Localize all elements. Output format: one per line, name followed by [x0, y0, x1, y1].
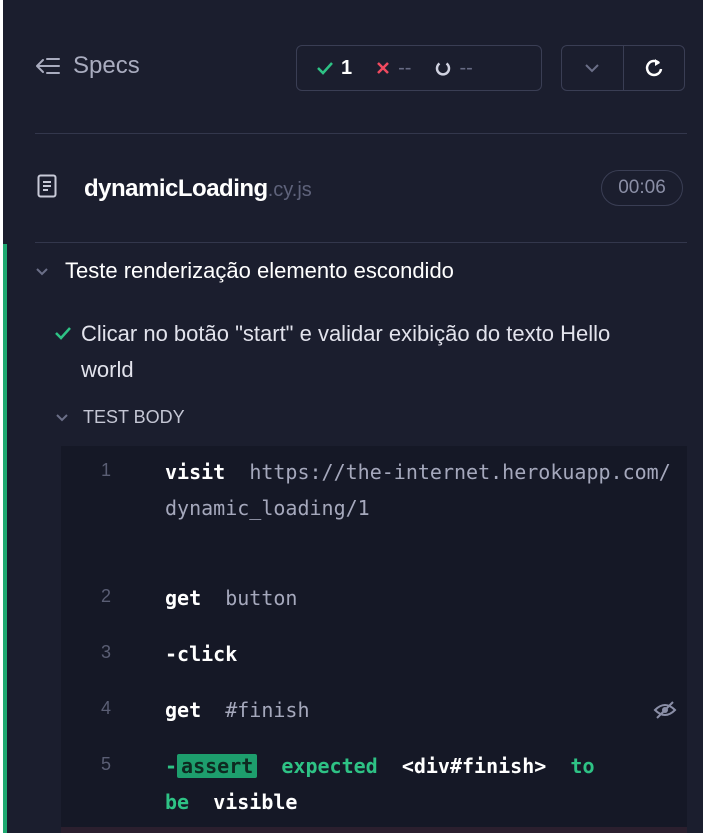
next-row-edge	[61, 827, 687, 833]
command-number: 4	[101, 698, 112, 718]
command-body: get button	[165, 580, 675, 616]
suite-title: Teste renderização elemento escondido	[65, 258, 454, 283]
assert-expected: expected	[281, 754, 378, 778]
command-body: visit https://the-internet.herokuapp.com…	[165, 454, 675, 526]
passed-count: 1	[341, 56, 353, 79]
command-body: - assert expected <div#finish> to be visi…	[165, 748, 675, 820]
refresh-icon	[645, 59, 662, 77]
command-log: 1 visit https://the-internet.herokuapp.c…	[61, 446, 687, 833]
chevron-down-icon	[56, 414, 68, 422]
command-arg: #finish	[225, 698, 310, 722]
specs-label: Specs	[73, 52, 140, 79]
runner-header: Specs 1 -- --	[3, 0, 703, 133]
eye-slash-icon	[653, 701, 677, 719]
command-body: -click	[165, 636, 675, 672]
command-name: visit	[165, 460, 226, 484]
test-title: Clicar no botão "start" e validar exibiç…	[81, 321, 611, 382]
file-divider	[35, 242, 687, 243]
document-icon	[37, 174, 57, 198]
run-duration-badge: 00:06	[601, 170, 683, 206]
test-body-toggle[interactable]: TEST BODY	[55, 407, 185, 428]
command-arg: button	[225, 586, 298, 610]
command-arg: https://the-internet.herokuapp.com/dynam…	[165, 460, 671, 520]
command-number: 1	[101, 460, 112, 480]
command-number: 3	[101, 642, 112, 662]
pass-accent-bar	[3, 244, 7, 833]
chevron-down-icon	[585, 64, 599, 73]
command-name: get	[165, 586, 202, 610]
command-name: -click	[165, 642, 238, 666]
x-icon	[377, 62, 390, 74]
check-icon	[55, 327, 71, 340]
runner-controls	[561, 45, 685, 91]
spec-file-extension: .cy.js	[267, 179, 312, 201]
specs-back-link[interactable]: Specs	[35, 52, 140, 80]
cypress-runner-panel: Specs 1 -- -- dynamicLoading.cy.js 00:06…	[3, 0, 703, 833]
pending-count: --	[459, 56, 473, 79]
test-item[interactable]: Clicar no botão "start" e validar exibiç…	[55, 316, 655, 388]
command-name: get	[165, 698, 202, 722]
pending-icon	[436, 62, 451, 76]
spec-file-row: dynamicLoading.cy.js 00:06	[3, 134, 703, 242]
rerun-button[interactable]	[622, 46, 685, 90]
command-number: 2	[101, 586, 112, 606]
suite-header[interactable]: Teste renderização elemento escondido	[35, 258, 454, 284]
spec-file-name: dynamicLoading.cy.js	[84, 175, 312, 203]
check-icon	[317, 62, 333, 75]
test-stats: 1 -- --	[296, 45, 542, 91]
assert-be: be	[165, 790, 190, 814]
spec-file-basename: dynamicLoading	[84, 175, 268, 202]
command-body: get #finish	[165, 692, 675, 728]
assert-visible: visible	[213, 790, 298, 814]
pending-stat: --	[435, 56, 473, 80]
command-dash: -	[165, 754, 178, 778]
command-number: 5	[101, 754, 112, 774]
failed-count: --	[398, 56, 412, 79]
passed-stat: 1	[317, 57, 352, 80]
test-body-label: TEST BODY	[83, 407, 185, 427]
assert-subject: <div#finish>	[401, 754, 547, 778]
collapse-dropdown-button[interactable]	[562, 46, 623, 90]
assert-badge: assert	[177, 754, 258, 778]
chevron-down-icon	[36, 267, 48, 275]
arrow-left-list-icon	[36, 58, 60, 74]
assert-to: to	[570, 754, 595, 778]
failed-stat: --	[376, 57, 411, 80]
